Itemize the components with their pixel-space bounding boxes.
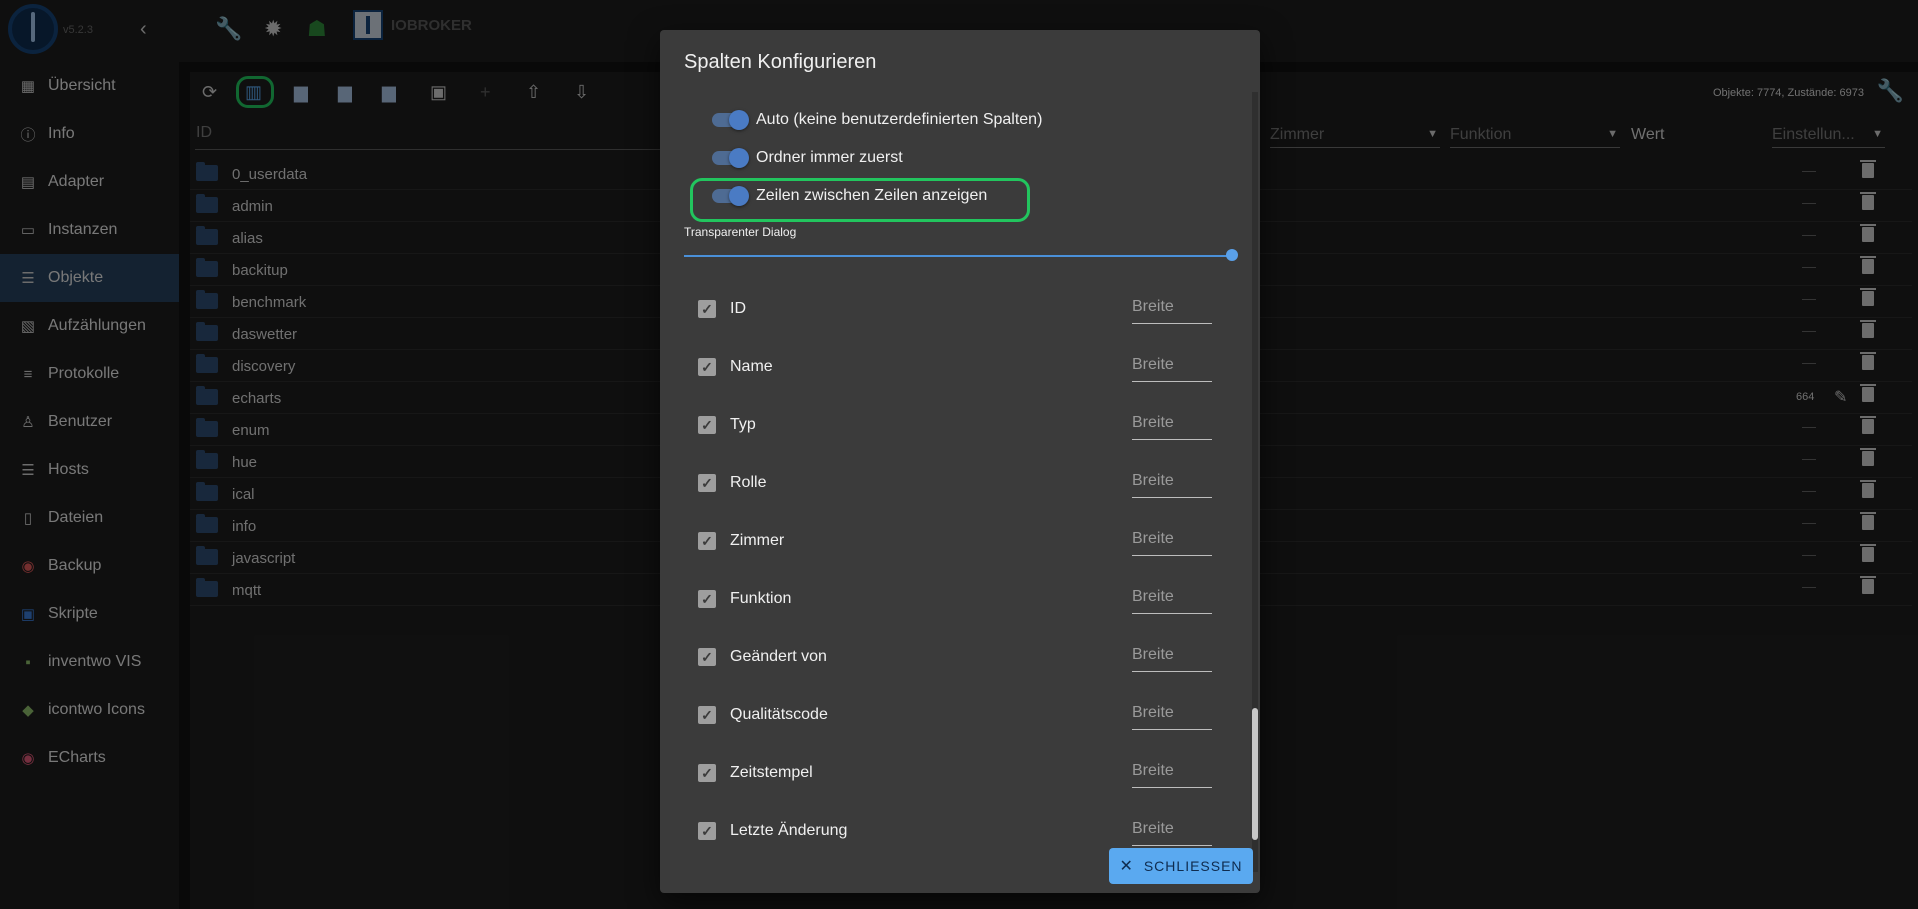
column-config-row: ✓ Funktion Breite: [698, 580, 1212, 620]
column-config-row: ✓ Typ Breite: [698, 406, 1212, 446]
columns-dialog: Spalten Konfigurieren Auto (keine benutz…: [660, 30, 1260, 893]
close-button-label: SCHLIESSEN: [1143, 858, 1243, 874]
column-label: Zeitstempel: [730, 764, 813, 781]
toggle-auto-columns[interactable]: Auto (keine benutzerdefinierten Spalten): [712, 110, 1043, 130]
width-input[interactable]: Breite: [1132, 702, 1212, 730]
column-config-row: ✓ Zimmer Breite: [698, 522, 1212, 562]
width-input[interactable]: Breite: [1132, 296, 1212, 324]
checkbox-icon[interactable]: ✓: [698, 706, 716, 724]
switch-icon[interactable]: [712, 110, 749, 130]
column-label: Rolle: [730, 474, 767, 491]
width-input[interactable]: Breite: [1132, 644, 1212, 672]
close-icon: ✕: [1119, 858, 1134, 875]
column-config-row: ✓ Letzte Änderung Breite: [698, 812, 1212, 852]
transparency-slider-label: Transparenter Dialog: [684, 225, 797, 239]
toggle-row-lines[interactable]: Zeilen zwischen Zeilen anzeigen: [712, 186, 988, 206]
dialog-scrollbar-thumb[interactable]: [1252, 708, 1258, 840]
toggle-folders-first[interactable]: Ordner immer zuerst: [712, 148, 903, 168]
checkbox-icon[interactable]: ✓: [698, 300, 716, 318]
checkbox-icon[interactable]: ✓: [698, 358, 716, 376]
width-input[interactable]: Breite: [1132, 528, 1212, 556]
column-config-row: ✓ ID Breite: [698, 290, 1212, 330]
column-label: Funktion: [730, 590, 792, 607]
column-label: Name: [730, 358, 773, 375]
close-button[interactable]: ✕ SCHLIESSEN: [1109, 848, 1253, 884]
dialog-title: Spalten Konfigurieren: [684, 51, 877, 73]
column-config-row: ✓ Rolle Breite: [698, 464, 1212, 504]
checkbox-icon[interactable]: ✓: [698, 590, 716, 608]
checkbox-icon[interactable]: ✓: [698, 764, 716, 782]
width-input[interactable]: Breite: [1132, 354, 1212, 382]
column-label: Letzte Änderung: [730, 822, 848, 839]
transparency-slider[interactable]: [684, 255, 1232, 257]
column-config-row: ✓ Name Breite: [698, 348, 1212, 388]
width-input[interactable]: Breite: [1132, 412, 1212, 440]
app-root: v5.2.3 ‹ ▦ Übersicht ⓘ Info ▤ Adapter ▭ Instanz…: [0, 0, 1918, 909]
toggle-label: Ordner immer zuerst: [756, 149, 903, 166]
checkbox-icon[interactable]: ✓: [698, 474, 716, 492]
column-label: Typ: [730, 416, 756, 433]
width-input[interactable]: Breite: [1132, 586, 1212, 614]
switch-icon[interactable]: [712, 148, 749, 168]
width-input[interactable]: Breite: [1132, 760, 1212, 788]
width-input[interactable]: Breite: [1132, 470, 1212, 498]
checkbox-icon[interactable]: ✓: [698, 822, 716, 840]
checkbox-icon[interactable]: ✓: [698, 648, 716, 666]
slider-thumb[interactable]: [1226, 249, 1238, 261]
column-label: ID: [730, 300, 746, 317]
toggle-label: Auto (keine benutzerdefinierten Spalten): [756, 111, 1043, 128]
column-label: Zimmer: [730, 532, 785, 549]
toggle-label: Zeilen zwischen Zeilen anzeigen: [756, 187, 988, 204]
checkbox-icon[interactable]: ✓: [698, 416, 716, 434]
column-label: Qualitätscode: [730, 706, 828, 723]
column-label: Geändert von: [730, 648, 827, 665]
column-config-row: ✓ Qualitätscode Breite: [698, 696, 1212, 736]
column-config-row: ✓ Zeitstempel Breite: [698, 754, 1212, 794]
width-input[interactable]: Breite: [1132, 818, 1212, 846]
checkbox-icon[interactable]: ✓: [698, 532, 716, 550]
column-config-row: ✓ Geändert von Breite: [698, 638, 1212, 678]
switch-icon[interactable]: [712, 186, 749, 206]
